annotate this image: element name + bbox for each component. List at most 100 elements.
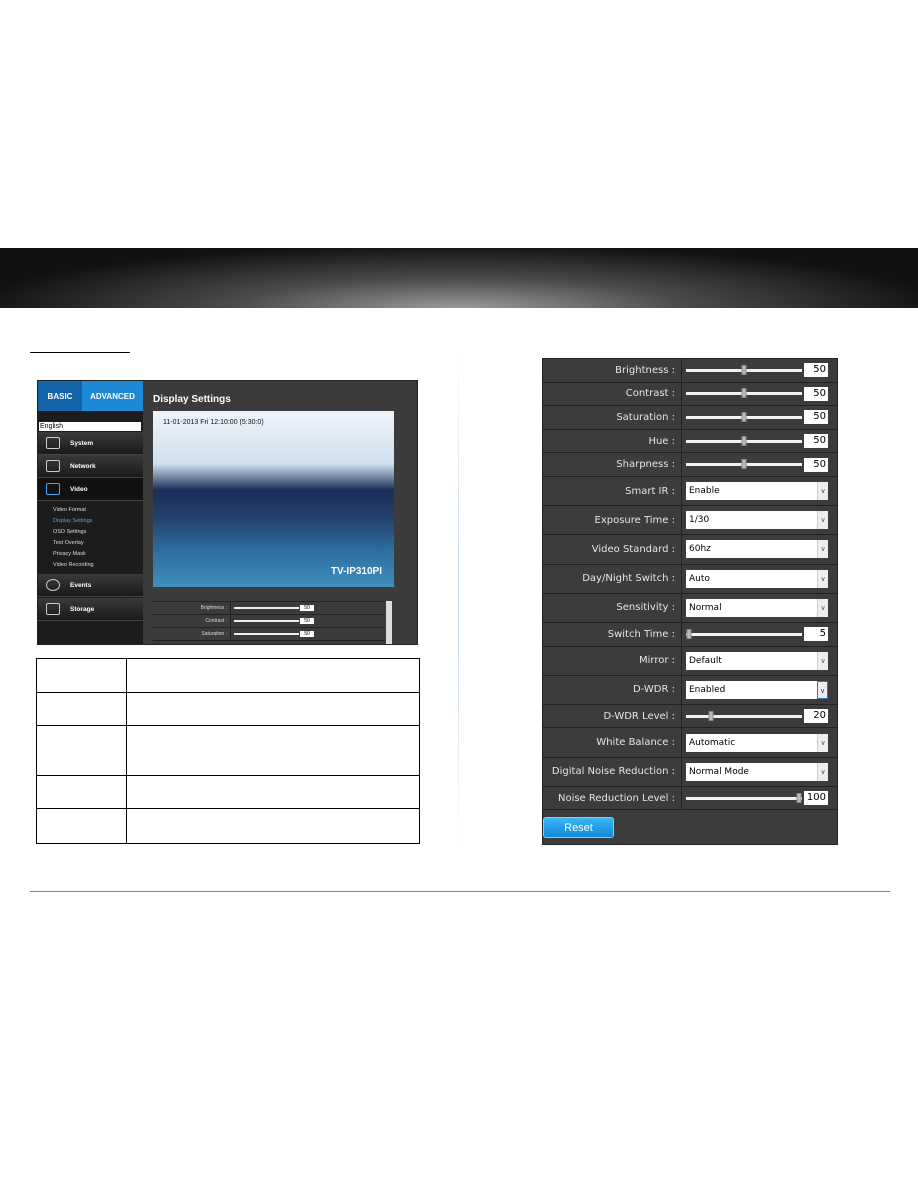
setting-select[interactable]: Normal ∨ — [686, 598, 828, 617]
chevron-down-icon[interactable]: ∨ — [817, 680, 828, 699]
cell — [126, 775, 420, 809]
selected-value: Normal Mode — [689, 766, 749, 777]
sidebar-subitem-active[interactable]: Display Settings — [53, 518, 92, 524]
chevron-down-icon[interactable]: ∨ — [817, 540, 828, 559]
setting-label: Switch Time : — [543, 622, 682, 646]
image-settings-panel: Brightness : 50 Contrast : 50 Saturation : 50… — [542, 358, 838, 845]
page-title: Display Settings — [153, 394, 231, 405]
setting-select[interactable]: Enabled ∨ — [686, 680, 828, 699]
reset-button[interactable]: Reset — [543, 817, 614, 838]
setting-select[interactable]: Automatic ∨ — [686, 733, 828, 752]
sidebar-item-system[interactable]: System — [38, 432, 143, 455]
value[interactable]: 50 — [300, 618, 314, 624]
setting-select[interactable]: Normal Mode ∨ — [686, 762, 828, 781]
sidebar-subitem[interactable]: Video Format — [53, 507, 86, 513]
sidebar-item-storage[interactable]: Storage — [38, 598, 143, 621]
label: Contrast : — [153, 615, 231, 627]
setting-select[interactable]: Auto ∨ — [686, 569, 828, 588]
setting-slider[interactable] — [686, 710, 802, 721]
setting-value-input[interactable]: 100 — [804, 791, 828, 806]
setting-select[interactable]: Default ∨ — [686, 651, 828, 670]
slider[interactable] — [234, 633, 299, 635]
slider-handle[interactable] — [708, 710, 714, 721]
cell — [126, 725, 420, 776]
label: Network — [70, 462, 96, 470]
system-icon — [46, 437, 60, 449]
slider-handle[interactable] — [741, 411, 747, 422]
chevron-down-icon[interactable]: ∨ — [817, 651, 828, 670]
selected-value: 60hz — [689, 544, 711, 555]
chevron-down-icon[interactable]: ∨ — [817, 482, 828, 501]
label: Brightness : — [153, 602, 231, 614]
cell — [36, 658, 127, 693]
setting-select[interactable]: 1/30 ∨ — [686, 511, 828, 530]
setting-slider[interactable] — [686, 459, 802, 470]
setting-label: Hue : — [543, 429, 682, 453]
setting-row: White Balance : Automatic ∨ — [543, 728, 837, 758]
setting-value-input[interactable]: 50 — [804, 457, 828, 472]
tab-basic[interactable]: BASIC — [38, 381, 82, 411]
scrollbar[interactable] — [386, 601, 392, 644]
setting-row: Digital Noise Reduction : Normal Mode ∨ — [543, 757, 837, 787]
chevron-down-icon[interactable]: ∨ — [817, 511, 828, 530]
network-icon — [46, 460, 60, 472]
chevron-down-icon[interactable]: ∨ — [817, 762, 828, 781]
sidebar-subitem[interactable]: OSD Settings — [53, 529, 86, 535]
language-select[interactable]: English — [39, 422, 141, 431]
value[interactable]: 50 — [300, 605, 314, 611]
slider-handle[interactable] — [796, 792, 802, 803]
value[interactable]: 50 — [300, 631, 314, 637]
slider-handle[interactable] — [686, 628, 692, 639]
setting-label: Sensitivity : — [543, 593, 682, 622]
slider-handle[interactable] — [741, 459, 747, 470]
setting-row: D-WDR : Enabled ∨ — [543, 675, 837, 705]
setting-row: Sensitivity : Normal ∨ — [543, 593, 837, 623]
sidebar-item-network[interactable]: Network — [38, 455, 143, 478]
setting-row: Saturation : 50 — [543, 406, 837, 430]
setting-label: Contrast : — [543, 382, 682, 406]
setting-slider[interactable] — [686, 792, 802, 803]
slider[interactable] — [234, 620, 299, 622]
label: Video — [70, 485, 88, 493]
setting-slider[interactable] — [686, 435, 802, 446]
slider-handle[interactable] — [741, 388, 747, 399]
table-row — [36, 725, 420, 776]
slider[interactable] — [234, 607, 299, 609]
slider-handle[interactable] — [741, 364, 747, 375]
tab-advanced[interactable]: ADVANCED — [82, 381, 143, 411]
setting-select[interactable]: 60hz ∨ — [686, 540, 828, 559]
chevron-down-icon[interactable]: ∨ — [817, 569, 828, 588]
setting-value-input[interactable]: 5 — [804, 627, 828, 642]
setting-value-input[interactable]: 50 — [804, 363, 828, 378]
setting-value-input[interactable]: 50 — [804, 410, 828, 425]
slider-handle[interactable] — [741, 435, 747, 446]
setting-value-input[interactable]: 20 — [804, 709, 828, 724]
setting-slider[interactable] — [686, 628, 802, 639]
setting-select[interactable]: Enable ∨ — [686, 482, 828, 501]
label: System — [70, 439, 94, 447]
sidebar-subitem[interactable]: Video Recording — [53, 562, 94, 568]
label: Saturation : — [153, 628, 231, 640]
setting-value-input[interactable]: 50 — [804, 434, 828, 449]
setting-label: White Balance : — [543, 728, 682, 757]
setting-label: Video Standard : — [543, 535, 682, 564]
setting-slider[interactable] — [686, 411, 802, 422]
video-camera-icon — [46, 483, 60, 495]
camera-name-overlay: TV-IP310PI — [330, 566, 382, 577]
sidebar-item-video[interactable]: Video — [38, 478, 143, 501]
sidebar-subitem[interactable]: Privacy Mask — [53, 551, 86, 557]
sidebar: BASIC ADVANCED English System Network Vi… — [38, 381, 143, 644]
chevron-down-icon[interactable]: ∨ — [817, 733, 828, 752]
setting-row: D-WDR Level : 20 — [543, 704, 837, 729]
chevron-down-icon[interactable]: ∨ — [817, 598, 828, 617]
setting-label: Brightness : — [543, 359, 682, 382]
mini-row: Saturation : 50 — [153, 628, 385, 641]
setting-slider[interactable] — [686, 364, 802, 375]
selected-value: Auto — [689, 573, 710, 584]
setting-slider[interactable] — [686, 388, 802, 399]
cell — [36, 692, 127, 726]
sidebar-subitem[interactable]: Text Overlay — [53, 540, 84, 546]
sidebar-item-events[interactable]: Events — [38, 574, 143, 597]
setting-row: Noise Reduction Level : 100 — [543, 786, 837, 811]
setting-value-input[interactable]: 50 — [804, 386, 828, 401]
